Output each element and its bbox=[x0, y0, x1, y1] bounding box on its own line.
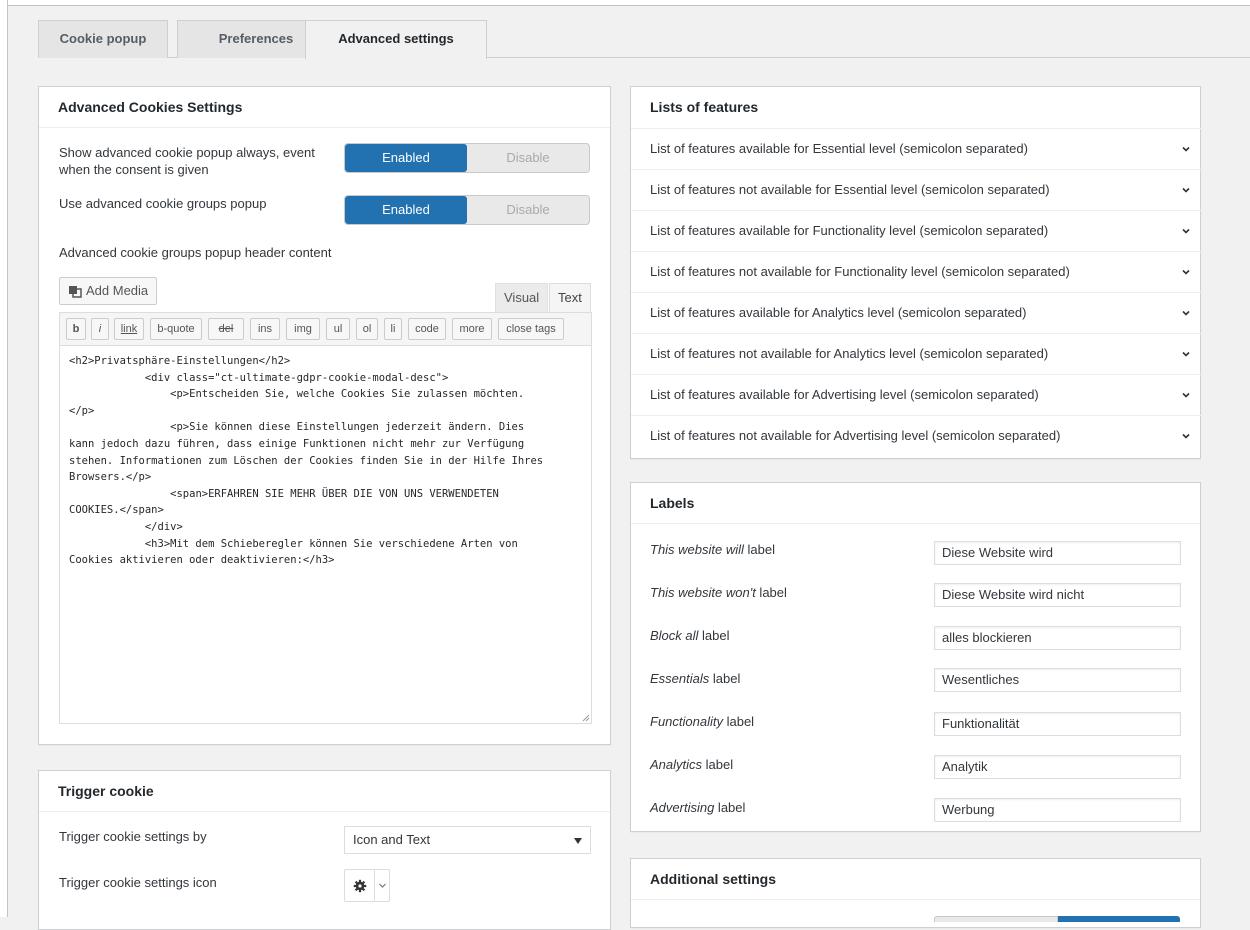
chevron-down-icon bbox=[1182, 392, 1190, 398]
chevron-down-icon bbox=[379, 883, 386, 888]
chevron-down-icon bbox=[1182, 228, 1190, 234]
chevron-down-icon bbox=[1182, 146, 1190, 152]
picker-divider bbox=[374, 870, 375, 901]
feature-list-label: List of features available for Functiona… bbox=[650, 223, 1049, 238]
label-name-block-all: Block all label bbox=[650, 628, 730, 643]
panel-title: Advanced Cookies Settings bbox=[39, 87, 610, 128]
feature-list-functionality-not-available[interactable]: List of features not available for Funct… bbox=[631, 251, 1201, 292]
qt-ul-button[interactable]: ul bbox=[326, 318, 350, 340]
window-frame-left bbox=[0, 0, 8, 917]
label-name-essentials: Essentials label bbox=[650, 671, 741, 686]
additional-settings-panel: Additional settings bbox=[630, 858, 1201, 928]
feature-list-label: List of features not available for Analy… bbox=[650, 346, 1049, 361]
trigger-settings-by-label: Trigger cookie settings by bbox=[59, 829, 207, 844]
toggle-disable-option[interactable]: Disable bbox=[467, 196, 589, 224]
qt-ins-button[interactable]: ins bbox=[250, 318, 280, 340]
qt-blockquote-button[interactable]: b-quote bbox=[150, 318, 202, 340]
gear-icon bbox=[353, 879, 367, 893]
add-media-label: Add Media bbox=[86, 283, 149, 298]
select-arrow-icon bbox=[574, 838, 582, 844]
tab-text[interactable]: Text bbox=[549, 283, 591, 312]
qt-link-button[interactable]: link bbox=[114, 318, 144, 340]
feature-list-label: List of features not available for Essen… bbox=[650, 182, 1050, 197]
label-name-analytics: Analytics label bbox=[650, 757, 734, 772]
panel-title: Additional settings bbox=[631, 859, 1200, 900]
resize-grip-icon[interactable] bbox=[582, 714, 590, 722]
select-value: Icon and Text bbox=[353, 832, 431, 847]
label-name-this-website-will: This website will label bbox=[650, 542, 775, 557]
toggle-disable-option[interactable]: Disable bbox=[467, 144, 589, 172]
qt-close-tags-button[interactable]: close tags bbox=[498, 318, 564, 340]
feature-list-label: List of features not available for Adver… bbox=[650, 428, 1061, 443]
toggle-enabled-option[interactable]: Enabled bbox=[345, 144, 467, 172]
trigger-settings-icon-label: Trigger cookie settings icon bbox=[59, 875, 217, 890]
block-all-input[interactable]: alles blockieren bbox=[934, 626, 1181, 650]
chevron-down-icon bbox=[1182, 433, 1190, 439]
qt-more-button[interactable]: more bbox=[452, 318, 492, 340]
chevron-down-icon bbox=[1182, 187, 1190, 193]
trigger-icon-picker[interactable] bbox=[344, 869, 390, 902]
analytics-input[interactable]: Analytik bbox=[934, 755, 1181, 779]
advanced-cookies-settings-panel: Advanced Cookies Settings Show advanced … bbox=[38, 86, 611, 745]
use-groups-popup-label: Use advanced cookie groups popup bbox=[59, 196, 267, 211]
this-website-wont-input[interactable]: Diese Website wird nicht bbox=[934, 583, 1181, 607]
media-icon bbox=[69, 286, 82, 298]
qt-code-button[interactable]: code bbox=[408, 318, 446, 340]
chevron-down-icon bbox=[1182, 351, 1190, 357]
qt-img-button[interactable]: img bbox=[286, 318, 320, 340]
chevron-down-icon bbox=[1182, 269, 1190, 275]
qt-del-button[interactable]: del bbox=[208, 318, 244, 340]
trigger-cookie-panel: Trigger cookie Trigger cookie settings b… bbox=[38, 770, 611, 930]
feature-list-label: List of features available for Essential… bbox=[650, 141, 1028, 156]
toggle-enabled-option[interactable]: Enabled bbox=[345, 196, 467, 224]
feature-list-essential-available[interactable]: List of features available for Essential… bbox=[631, 128, 1201, 169]
functionality-input[interactable]: Funktionalität bbox=[934, 712, 1181, 736]
label-name-this-website-wont: This website won't label bbox=[650, 585, 787, 600]
feature-list-label: List of features available for Advertisi… bbox=[650, 387, 1039, 402]
trigger-settings-by-select[interactable]: Icon and Text bbox=[344, 826, 591, 854]
label-name-functionality: Functionality label bbox=[650, 714, 755, 729]
add-media-button[interactable]: Add Media bbox=[59, 277, 157, 305]
lists-of-features-panel: Lists of features List of features avail… bbox=[630, 86, 1201, 459]
window-frame-top bbox=[8, 0, 1250, 6]
tab-cookie-popup[interactable]: Cookie popup bbox=[38, 20, 168, 58]
header-content-label: Advanced cookie groups popup header cont… bbox=[59, 245, 332, 260]
tab-advanced-settings[interactable]: Advanced settings bbox=[305, 20, 487, 59]
this-website-will-input[interactable]: Diese Website wird bbox=[934, 541, 1181, 565]
advertising-input[interactable]: Werbung bbox=[934, 798, 1181, 822]
labels-panel: Labels This website will label Diese Web… bbox=[630, 482, 1201, 832]
label-name-advertising: Advertising label bbox=[650, 800, 746, 815]
panel-title: Labels bbox=[631, 483, 1200, 524]
feature-list-functionality-available[interactable]: List of features available for Functiona… bbox=[631, 210, 1201, 251]
qt-ol-button[interactable]: ol bbox=[356, 318, 378, 340]
qt-italic-button[interactable]: i bbox=[91, 318, 109, 340]
feature-list-essential-not-available[interactable]: List of features not available for Essen… bbox=[631, 169, 1201, 210]
feature-list-label: List of features not available for Funct… bbox=[650, 264, 1070, 279]
feature-list-label: List of features available for Analytics… bbox=[650, 305, 1027, 320]
feature-list-advertising-not-available[interactable]: List of features not available for Adver… bbox=[631, 415, 1201, 456]
show-popup-always-toggle[interactable]: Enabled Disable bbox=[344, 143, 590, 173]
settings-tabs: Cookie popup Preferences Advanced settin… bbox=[38, 20, 1250, 59]
qt-li-button[interactable]: li bbox=[384, 318, 402, 340]
panel-title: Lists of features bbox=[650, 99, 759, 115]
use-groups-popup-toggle[interactable]: Enabled Disable bbox=[344, 195, 590, 225]
tab-visual[interactable]: Visual bbox=[495, 283, 549, 312]
feature-list-analytics-available[interactable]: List of features available for Analytics… bbox=[631, 292, 1201, 333]
feature-list-advertising-available[interactable]: List of features available for Advertisi… bbox=[631, 374, 1201, 415]
essentials-input[interactable]: Wesentliches bbox=[934, 668, 1181, 692]
panel-title: Trigger cookie bbox=[39, 771, 610, 812]
editor-textarea[interactable]: <h2>Privatsphäre-Einstellungen</h2> <div… bbox=[59, 345, 592, 724]
qt-bold-button[interactable]: b bbox=[66, 318, 86, 340]
show-popup-always-label: Show advanced cookie popup always, event… bbox=[59, 145, 315, 177]
quicktags-toolbar: b i link b-quote del ins img ul ol li co… bbox=[59, 312, 592, 345]
chevron-down-icon bbox=[1182, 310, 1190, 316]
feature-list-analytics-not-available[interactable]: List of features not available for Analy… bbox=[631, 333, 1201, 374]
